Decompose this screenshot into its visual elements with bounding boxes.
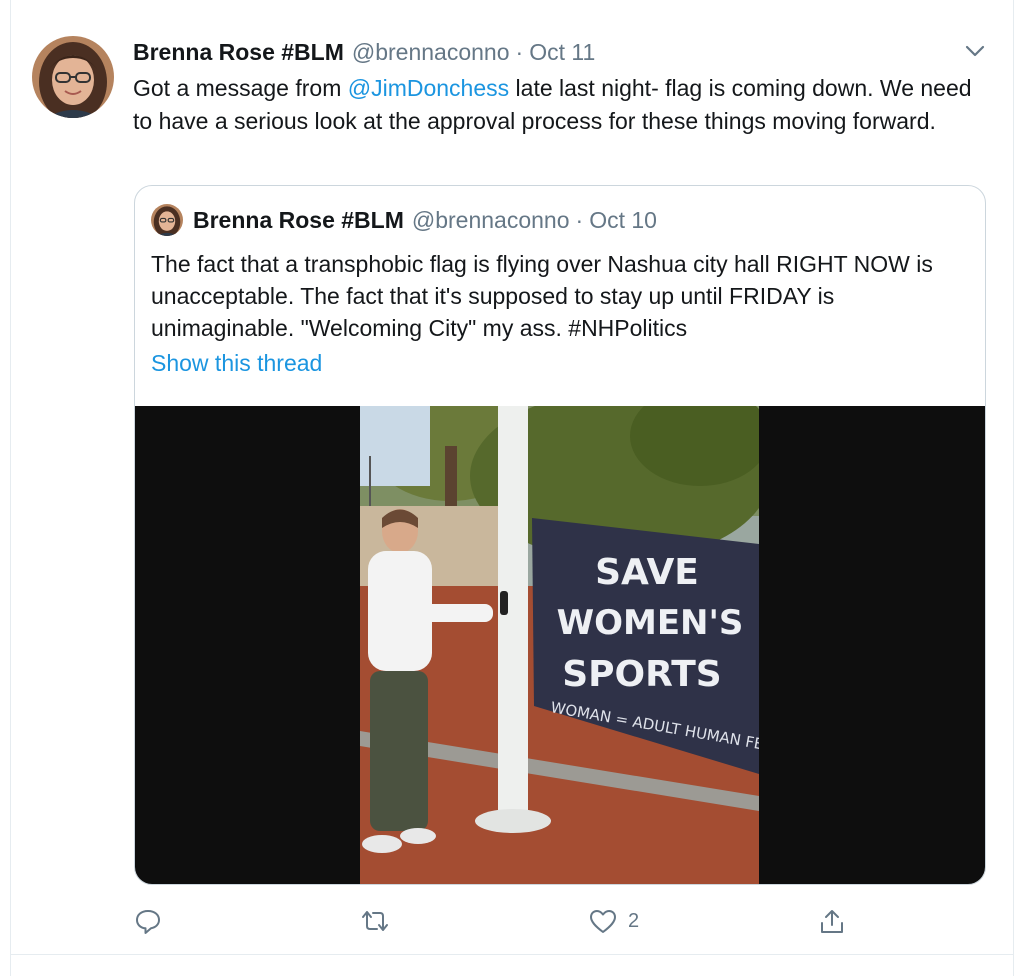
show-thread-link[interactable]: Show this thread xyxy=(151,350,322,377)
quoted-author-name: Brenna Rose #BLM xyxy=(193,206,404,233)
quoted-header-separator: · xyxy=(575,206,584,233)
quoted-tweet[interactable]: Brenna Rose #BLM @brennaconno · Oct 10 T… xyxy=(134,185,986,885)
mention-link[interactable]: @JimDonchess xyxy=(348,75,509,101)
banner-line-2: WOMEN'S xyxy=(557,603,744,643)
chevron-down-icon[interactable] xyxy=(962,38,988,64)
tweet-divider xyxy=(10,954,1014,955)
retweet-button[interactable] xyxy=(359,904,391,938)
author-handle[interactable]: @brennaconno xyxy=(352,39,510,66)
timeline-border-left xyxy=(10,0,11,976)
tweet-header: Brenna Rose #BLM @brennaconno · Oct 11 xyxy=(133,36,595,68)
header-separator: · xyxy=(515,38,524,65)
banner-line-1: SAVE xyxy=(595,552,699,593)
like-button[interactable]: 2 xyxy=(588,904,639,938)
quoted-tweet-date: Oct 10 xyxy=(589,206,657,233)
tweet-text: Got a message from @JimDonchess late las… xyxy=(133,72,993,138)
like-count: 2 xyxy=(628,909,640,932)
video-media[interactable]: SAVE WOMEN'S SPORTS WOMAN = ADULT HUMAN … xyxy=(135,406,985,884)
retweet-icon xyxy=(362,911,388,931)
timeline-border-right xyxy=(1013,0,1014,976)
reply-button[interactable] xyxy=(133,904,163,938)
banner-line-3: SPORTS xyxy=(562,654,722,695)
tweet-actions: 2 xyxy=(133,904,993,938)
author-avatar[interactable] xyxy=(32,36,114,118)
tweet-text-start: Got a message from xyxy=(133,75,348,101)
video-frame: SAVE WOMEN'S SPORTS WOMAN = ADULT HUMAN … xyxy=(360,406,759,884)
quoted-tweet-text: The fact that a transphobic flag is flyi… xyxy=(151,251,933,341)
quoted-tweet-header: Brenna Rose #BLM @brennaconno · Oct 10 xyxy=(193,204,657,236)
tweet-date[interactable]: Oct 11 xyxy=(529,39,595,66)
reply-icon xyxy=(136,910,160,934)
author-name[interactable]: Brenna Rose #BLM xyxy=(133,39,344,66)
share-icon xyxy=(821,910,843,933)
heart-icon xyxy=(590,910,616,933)
share-button[interactable] xyxy=(817,904,847,938)
quoted-author-handle: @brennaconno xyxy=(411,206,570,233)
quoted-author-avatar[interactable] xyxy=(151,204,183,236)
